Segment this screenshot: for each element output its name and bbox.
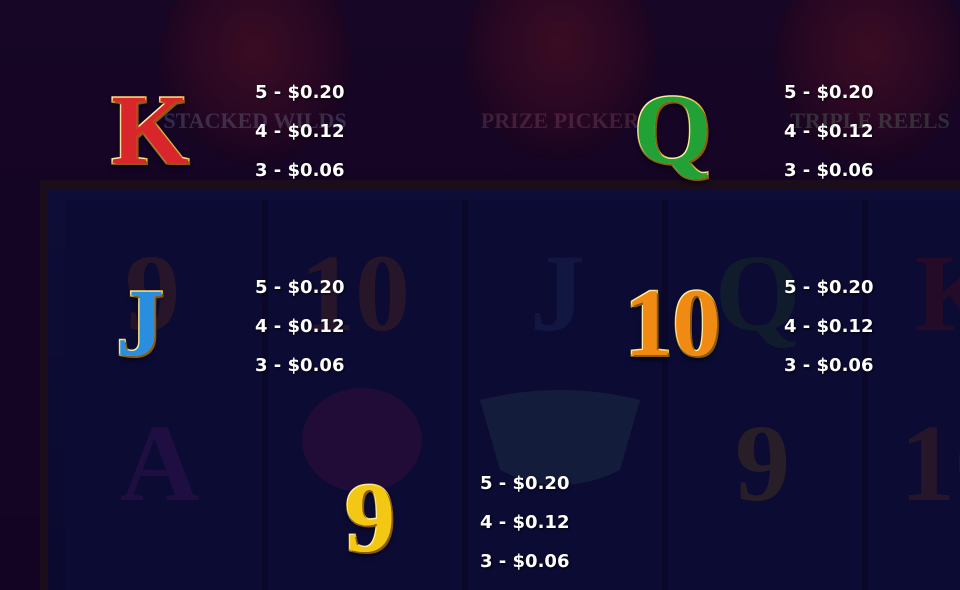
payout-k-3: 3 - $0.06 bbox=[255, 160, 345, 181]
symbol-j-glyph: J bbox=[115, 269, 166, 376]
feature-badge-prize-picker: PRIZE PICKER bbox=[480, 108, 640, 133]
payout-10-5: 5 - $0.20 bbox=[784, 277, 874, 298]
paytable-screen: 9 10 J Q K A 9 10 K 5 - $0.20 4 - $0.12 … bbox=[0, 0, 960, 590]
payout-q-3: 3 - $0.06 bbox=[784, 160, 874, 181]
payout-9-4: 4 - $0.12 bbox=[480, 512, 570, 533]
symbol-9-icon: 9 bbox=[325, 460, 415, 575]
symbol-10-glyph: 10 bbox=[623, 269, 722, 376]
paytable-9: 5 - $0.20 4 - $0.12 3 - $0.06 bbox=[480, 464, 620, 581]
payout-9-3: 3 - $0.06 bbox=[480, 551, 570, 572]
paytable-j: 5 - $0.20 4 - $0.12 3 - $0.06 bbox=[255, 268, 395, 385]
payout-j-5: 5 - $0.20 bbox=[255, 277, 345, 298]
symbol-10-icon: 10 bbox=[605, 268, 740, 378]
payout-k-5: 5 - $0.20 bbox=[255, 82, 345, 103]
payout-j-4: 4 - $0.12 bbox=[255, 316, 345, 337]
payout-10-4: 4 - $0.12 bbox=[784, 316, 874, 337]
feature-badge-triple-reels: TRIPLE REELS bbox=[790, 108, 950, 133]
symbol-9-glyph: 9 bbox=[344, 461, 397, 573]
symbol-j-icon: J bbox=[100, 268, 180, 378]
paytable-10: 5 - $0.20 4 - $0.12 3 - $0.06 bbox=[784, 268, 924, 385]
payout-j-3: 3 - $0.06 bbox=[255, 355, 345, 376]
payout-q-5: 5 - $0.20 bbox=[784, 82, 874, 103]
payout-10-3: 3 - $0.06 bbox=[784, 355, 874, 376]
feature-badge-stacked-wilds: STACKED WILDS bbox=[163, 108, 347, 133]
payout-9-5: 5 - $0.20 bbox=[480, 473, 570, 494]
